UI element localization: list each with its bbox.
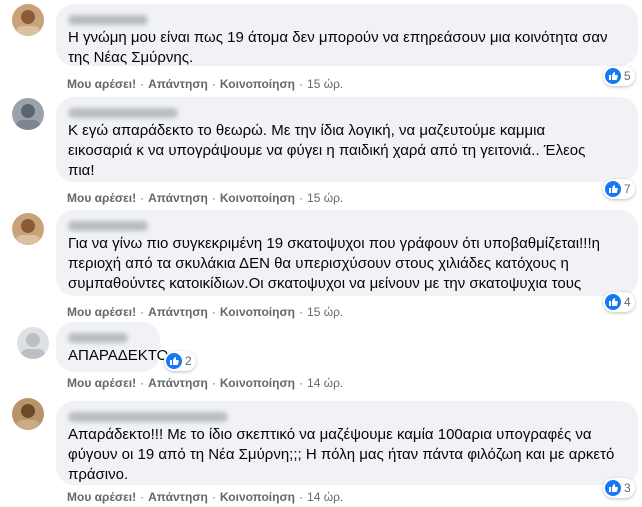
author-name[interactable] (68, 409, 626, 425)
like-icon (605, 68, 621, 84)
author-name[interactable] (68, 12, 626, 28)
reaction-number: 3 (624, 481, 631, 495)
comment-actions: Μου αρέσει! · Απάντηση · Κοινοποίηση · 14 ώρ. (67, 376, 344, 390)
comment-bubble: Απαράδεκτο!!! Με το ίδιο σκεπτικό να μαζ… (56, 401, 638, 485)
comment-actions: Μου αρέσει! · Απάντηση · Κοινοποίηση · 14 ώρ. (67, 490, 344, 504)
avatar[interactable] (12, 4, 44, 36)
reaction-number: 5 (624, 69, 631, 83)
reaction-count[interactable]: 2 (164, 351, 196, 371)
comment-bubble: Για να γίνω πιο συγκεκριμένη 19 σκατοψυχ… (56, 210, 638, 296)
avatar[interactable] (12, 398, 44, 430)
author-name[interactable] (68, 330, 148, 346)
like-icon (605, 294, 621, 310)
avatar[interactable] (17, 327, 49, 359)
comment-bubble: ΑΠΑΡΑΔΕΚΤΟ (56, 322, 169, 372)
comment-actions: Μου αρέσει! · Απάντηση · Κοινοποίηση · 15 ώρ. (67, 305, 344, 319)
reaction-count[interactable]: 7 (603, 179, 635, 199)
like-button[interactable]: Μου αρέσει! (67, 490, 136, 504)
timestamp[interactable]: 15 ώρ. (307, 305, 343, 319)
timestamp[interactable]: 15 ώρ. (307, 77, 343, 91)
comment-text: Απαράδεκτο!!! Με το ίδιο σκεπτικό να μαζ… (68, 426, 615, 483)
reaction-count[interactable]: 3 (603, 478, 635, 498)
like-icon (605, 480, 621, 496)
like-button[interactable]: Μου αρέσει! (67, 305, 136, 319)
reaction-number: 2 (185, 354, 192, 368)
comment-text: Η γνώμη μου είναι πως 19 άτομα δεν μπορο… (68, 29, 608, 66)
comment-actions: Μου αρέσει! · Απάντηση · Κοινοποίηση · 15 ώρ. (67, 191, 344, 205)
reaction-count[interactable]: 4 (603, 292, 635, 312)
like-icon (166, 353, 182, 369)
share-button[interactable]: Κοινοποίηση (220, 191, 295, 205)
comment-text: Κ εγώ απαράδεκτο το θεωρώ. Με την ίδια λ… (68, 122, 586, 179)
timestamp[interactable]: 15 ώρ. (307, 191, 343, 205)
author-name[interactable] (68, 105, 626, 121)
reply-button[interactable]: Απάντηση (148, 490, 208, 504)
comment-bubble: Η γνώμη μου είναι πως 19 άτομα δεν μπορο… (56, 4, 638, 66)
comment-text: ΑΠΑΡΑΔΕΚΤΟ (68, 347, 169, 364)
reply-button[interactable]: Απάντηση (148, 77, 208, 91)
comment-bubble: Κ εγώ απαράδεκτο το θεωρώ. Με την ίδια λ… (56, 97, 638, 182)
timestamp[interactable]: 14 ώρ. (307, 490, 343, 504)
reaction-number: 7 (624, 182, 631, 196)
reply-button[interactable]: Απάντηση (148, 191, 208, 205)
avatar[interactable] (12, 98, 44, 130)
like-button[interactable]: Μου αρέσει! (67, 191, 136, 205)
share-button[interactable]: Κοινοποίηση (220, 490, 295, 504)
like-button[interactable]: Μου αρέσει! (67, 376, 136, 390)
share-button[interactable]: Κοινοποίηση (220, 77, 295, 91)
like-button[interactable]: Μου αρέσει! (67, 77, 136, 91)
share-button[interactable]: Κοινοποίηση (220, 305, 295, 319)
comment-actions: Μου αρέσει! · Απάντηση · Κοινοποίηση · 15 ώρ. (67, 77, 344, 91)
reaction-number: 4 (624, 295, 631, 309)
timestamp[interactable]: 14 ώρ. (307, 376, 343, 390)
reply-button[interactable]: Απάντηση (148, 376, 208, 390)
reply-button[interactable]: Απάντηση (148, 305, 208, 319)
like-icon (605, 181, 621, 197)
share-button[interactable]: Κοινοποίηση (220, 376, 295, 390)
author-name[interactable] (68, 218, 626, 234)
reaction-count[interactable]: 5 (603, 66, 635, 86)
avatar[interactable] (12, 213, 44, 245)
comment-text: Για να γίνω πιο συγκεκριμένη 19 σκατοψυχ… (68, 235, 600, 292)
